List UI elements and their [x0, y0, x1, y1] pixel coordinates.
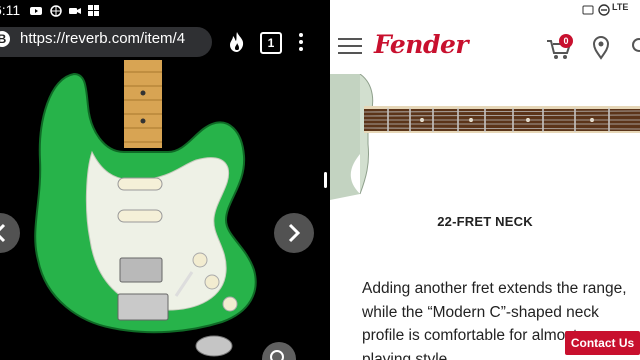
- split-screen-handle[interactable]: [324, 172, 327, 188]
- status-bar: 6:11: [0, 0, 322, 22]
- url-text[interactable]: https://reverb.com/item/4: [20, 30, 185, 47]
- previous-image-button[interactable]: [0, 213, 20, 253]
- magnifier-icon: [270, 350, 284, 360]
- video-icon: [69, 8, 81, 14]
- contact-us-button[interactable]: Contact Us: [565, 331, 640, 355]
- do-not-disturb-icon: [598, 4, 610, 16]
- zoom-image-button[interactable]: [262, 342, 296, 360]
- network-indicator: LTE: [612, 2, 629, 12]
- guitar-neck-illustration: [330, 73, 640, 200]
- search-icon[interactable]: [630, 36, 640, 58]
- browser-pane: 6:11 B https://reverb.com/item/4 1: [0, 0, 322, 360]
- fender-pane: LTE Fender 0 22-FRET NECK Adding another…: [330, 0, 640, 360]
- cast-icon: [582, 5, 594, 15]
- hamburger-menu-icon[interactable]: [338, 38, 362, 54]
- fender-logo[interactable]: Fender: [374, 30, 469, 59]
- address-bar: B https://reverb.com/item/4 1: [0, 24, 322, 60]
- next-image-button[interactable]: [274, 213, 314, 253]
- chevron-left-icon: [0, 223, 6, 243]
- product-image-viewer[interactable]: [0, 60, 322, 360]
- cart-count-badge: 0: [559, 34, 573, 48]
- chevron-right-icon: [288, 223, 301, 243]
- status-bar-right: LTE: [330, 0, 640, 20]
- neck-feature-image: [330, 73, 640, 200]
- guitar-image: [34, 60, 257, 357]
- youtube-icon: [30, 7, 42, 15]
- status-time: 6:11: [0, 2, 21, 18]
- globe-icon: [50, 5, 62, 17]
- tab-switcher-button[interactable]: 1: [260, 32, 282, 54]
- feature-title: 22-FRET NECK: [437, 214, 533, 229]
- store-locator-icon[interactable]: [592, 36, 610, 60]
- site-header: Fender 0: [330, 20, 640, 75]
- fire-icon[interactable]: [224, 29, 250, 55]
- more-menu-icon[interactable]: [296, 30, 306, 54]
- windows-icon: [88, 5, 99, 16]
